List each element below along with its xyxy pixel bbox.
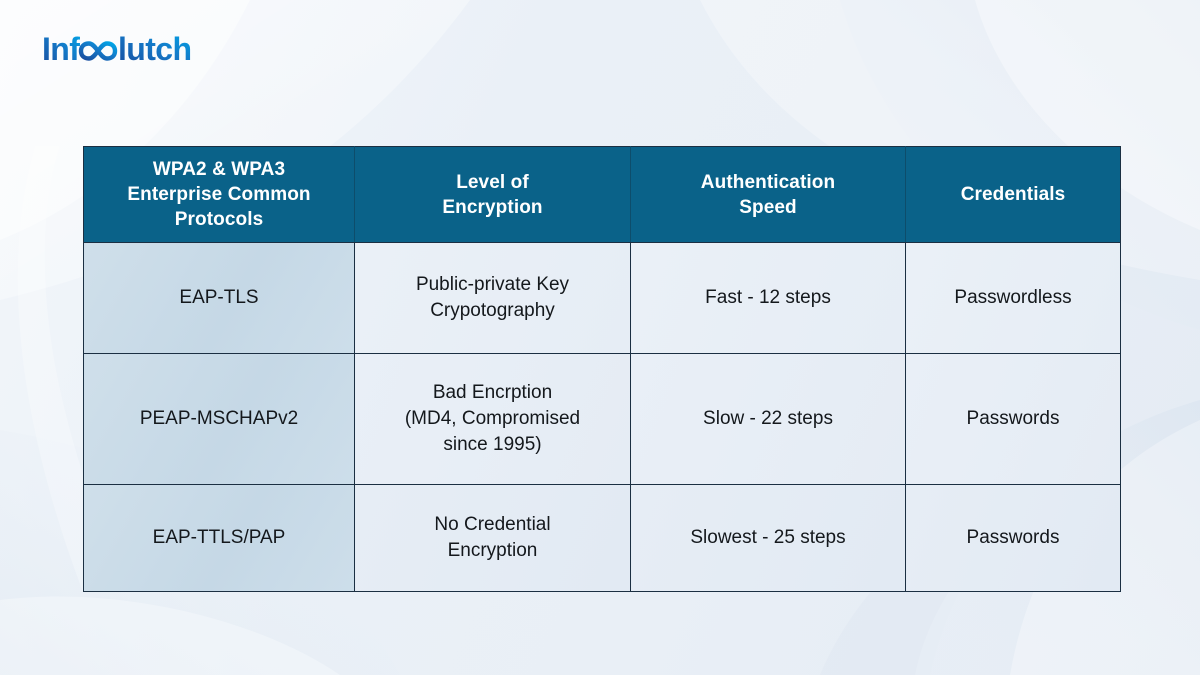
table-header: WPA2 & WPA3 Enterprise Common Protocols … — [83, 146, 1121, 244]
column-header-protocols: WPA2 & WPA3 Enterprise Common Protocols — [83, 146, 355, 244]
svg-text:Inf: Inf — [42, 31, 80, 67]
cell-line: Bad Encrption — [432, 381, 553, 403]
header-line: Enterprise Common — [127, 184, 311, 206]
cell-credentials: Passwordless — [905, 242, 1121, 355]
cell-protocol: PEAP-MSCHAPv2 — [83, 353, 355, 485]
table-body: EAP-TLS Public-private Key Crypotography… — [83, 242, 1121, 592]
column-header-credentials: Credentials — [905, 146, 1121, 244]
cell-protocol: EAP-TTLS/PAP — [83, 484, 355, 592]
header-line: Speed — [739, 196, 797, 218]
table-row: EAP-TLS Public-private Key Crypotography… — [83, 242, 1121, 355]
table-row: EAP-TTLS/PAP No Credential Encryption Sl… — [83, 484, 1121, 592]
slide-canvas: Inf lutch WPA2 & WPA3 Enterprise Common … — [0, 0, 1200, 675]
cell-credentials: Passwords — [905, 353, 1121, 485]
cell-line: Encryption — [447, 540, 538, 561]
cell-line: Crypotography — [430, 300, 555, 322]
cell-auth-speed: Fast - 12 steps — [630, 242, 906, 355]
header-line: Credentials — [960, 184, 1066, 206]
column-header-auth-speed: Authentication Speed — [630, 146, 906, 244]
comparison-table: WPA2 & WPA3 Enterprise Common Protocols … — [83, 146, 1121, 592]
column-header-encryption: Level of Encryption — [354, 146, 631, 244]
cell-auth-speed: Slowest - 25 steps — [630, 484, 906, 592]
header-row: WPA2 & WPA3 Enterprise Common Protocols … — [83, 146, 1121, 244]
header-line: WPA2 & WPA3 — [152, 159, 286, 180]
cell-line: (MD4, Compromised — [404, 408, 581, 430]
cell-line: since 1995) — [443, 434, 542, 456]
protocol-comparison-table: WPA2 & WPA3 Enterprise Common Protocols … — [83, 146, 1121, 592]
cell-encryption: Public-private Key Crypotography — [354, 242, 631, 355]
header-line: Protocols — [174, 209, 264, 231]
cell-line: No Credential — [434, 513, 551, 535]
header-line: Encryption — [442, 196, 543, 218]
cell-protocol: EAP-TLS — [83, 242, 355, 355]
cell-auth-speed: Slow - 22 steps — [630, 353, 906, 485]
table-row: PEAP-MSCHAPv2 Bad Encrption (MD4, Compro… — [83, 353, 1121, 485]
cell-credentials: Passwords — [905, 484, 1121, 592]
infoclutch-logo-icon: Inf lutch — [42, 31, 192, 67]
header-line: Level of — [456, 171, 529, 193]
svg-text:lutch: lutch — [118, 31, 191, 67]
cell-encryption: Bad Encrption (MD4, Compromised since 19… — [354, 353, 631, 485]
cell-encryption: No Credential Encryption — [354, 484, 631, 592]
cell-line: Public-private Key — [415, 274, 570, 296]
header-line: Authentication — [700, 171, 836, 193]
brand-logo[interactable]: Inf lutch — [42, 30, 222, 70]
